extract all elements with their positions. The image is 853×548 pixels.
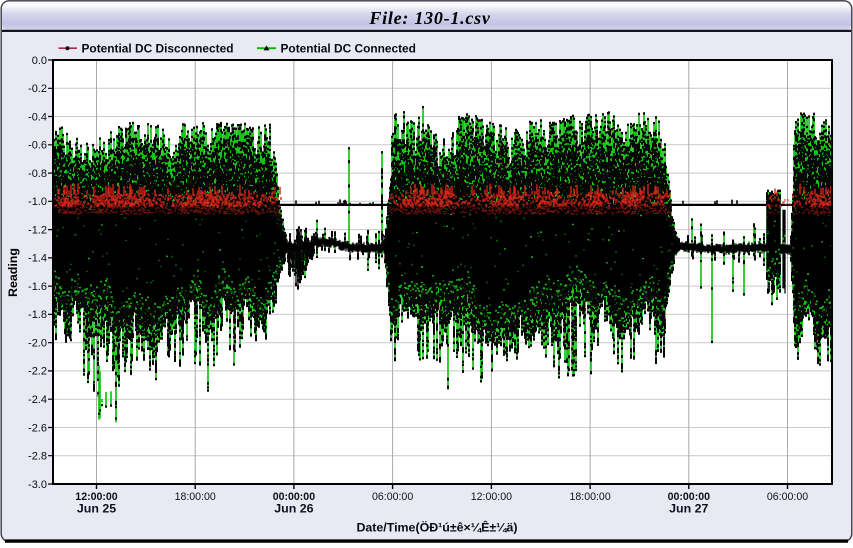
- svg-text:Reading: Reading: [6, 248, 20, 297]
- svg-text:-0.4: -0.4: [28, 111, 47, 123]
- svg-text:-0.6: -0.6: [28, 140, 47, 152]
- svg-text:12:00:00: 12:00:00: [471, 491, 512, 503]
- svg-text:18:00:00: 18:00:00: [175, 491, 216, 503]
- svg-text:-1.6: -1.6: [28, 281, 47, 293]
- svg-text:Jun 26: Jun 26: [274, 502, 313, 516]
- svg-text:Jun 25: Jun 25: [77, 502, 116, 516]
- svg-text:-1.8: -1.8: [28, 309, 47, 321]
- svg-text:Potential DC Connected: Potential DC Connected: [281, 42, 416, 56]
- svg-text:-2.0: -2.0: [28, 338, 47, 350]
- svg-text:-0.2: -0.2: [28, 83, 47, 95]
- svg-text:File: 130-1.csv: File: 130-1.csv: [368, 8, 490, 28]
- svg-text:-1.4: -1.4: [28, 253, 47, 265]
- svg-text:Potential DC Disconnected: Potential DC Disconnected: [82, 42, 234, 56]
- svg-text:0.0: 0.0: [32, 55, 47, 67]
- svg-text:Date/Time(ÖÐ¹ú±ê×¼Ê±¼ä): Date/Time(ÖÐ¹ú±ê×¼Ê±¼ä): [356, 520, 517, 535]
- svg-text:-2.8: -2.8: [28, 451, 47, 463]
- svg-text:-0.8: -0.8: [28, 168, 47, 180]
- svg-text:-2.4: -2.4: [28, 394, 47, 406]
- svg-text:06:00:00: 06:00:00: [372, 491, 413, 503]
- svg-text:-3.0: -3.0: [28, 479, 47, 491]
- svg-text:06:00:00: 06:00:00: [767, 491, 808, 503]
- svg-text:-1.0: -1.0: [28, 196, 47, 208]
- svg-text:-2.2: -2.2: [28, 366, 47, 378]
- svg-text:18:00:00: 18:00:00: [569, 491, 610, 503]
- svg-text:-2.6: -2.6: [28, 422, 47, 434]
- svg-text:-1.2: -1.2: [28, 224, 47, 236]
- svg-text:Jun 27: Jun 27: [669, 502, 708, 516]
